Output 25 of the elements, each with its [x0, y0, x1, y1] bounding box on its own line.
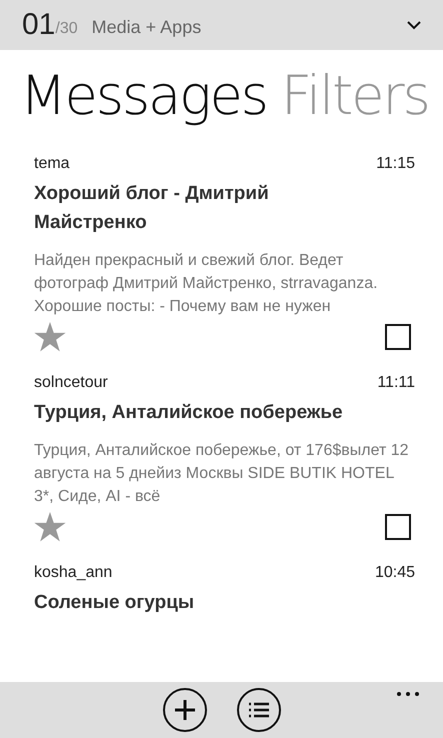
- page-total: /30: [55, 20, 78, 38]
- category-title: Media + Apps: [92, 16, 202, 38]
- list-button[interactable]: [236, 688, 280, 732]
- checkbox[interactable]: [385, 324, 411, 350]
- list-icon: [248, 702, 270, 718]
- message-preview: Найден прекрасный и свежий блог. Ведет фотограф Дмитрий Майстренко, strravaganza. Хорошие посты: - Почему вам не нужен: [34, 251, 379, 317]
- message-sender: kosha_ann: [34, 564, 112, 582]
- message-title[interactable]: Турция, Анталийское побережье: [34, 398, 379, 427]
- plus-icon: [174, 699, 196, 721]
- message-preview: Турция, Анталийское побережье, от 176$вылет 12 августа на 5 днейиз Москвы SIDE BUTIK HOTEL 3*, Сиде, AI - всё: [34, 441, 410, 507]
- message-sender: solncetour: [34, 374, 108, 392]
- page-index: 01: [22, 8, 56, 42]
- star-icon[interactable]: [34, 512, 66, 542]
- more-icon[interactable]: [397, 692, 419, 696]
- message-time: 11:11: [377, 374, 415, 392]
- message-title[interactable]: Соленые огурцы: [34, 588, 379, 617]
- message-sender: tema: [34, 155, 70, 173]
- star-icon[interactable]: [34, 322, 66, 352]
- checkbox[interactable]: [385, 514, 411, 540]
- message-title[interactable]: Хороший блог - Дмитрий Майстренко: [34, 179, 379, 237]
- add-button[interactable]: [162, 688, 206, 732]
- pivot-tab[interactable]: Messages: [20, 64, 267, 127]
- message-time: 10:45: [374, 564, 415, 582]
- chevron-down-icon[interactable]: [407, 20, 421, 30]
- message-time: 11:15: [376, 155, 415, 173]
